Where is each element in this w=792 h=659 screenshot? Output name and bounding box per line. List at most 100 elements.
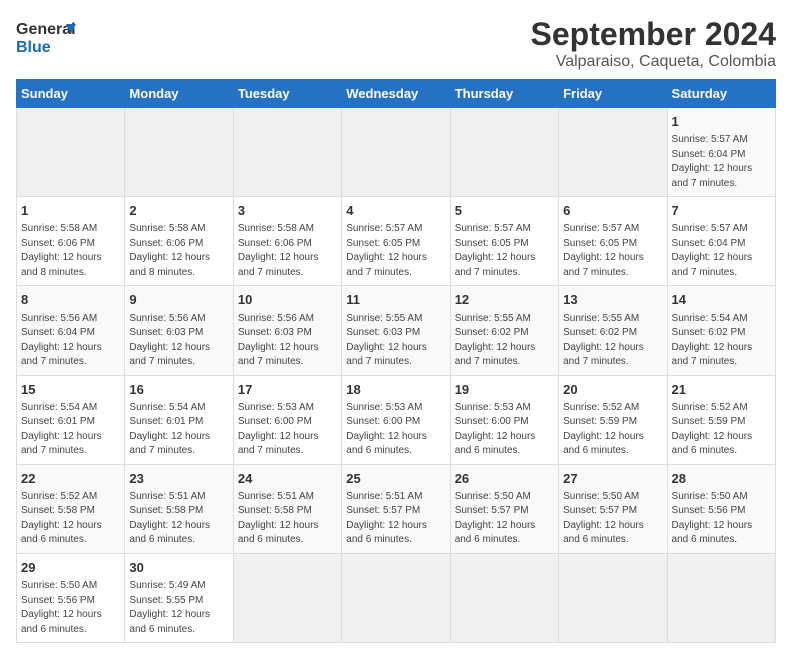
day-info: Sunrise: 5:56 AM Sunset: 6:03 PM Dayligh… (238, 312, 337, 370)
week-row-2: 1 Sunrise: 5:58 AM Sunset: 6:06 PM Daylig… (17, 197, 776, 286)
day-cell (125, 108, 233, 197)
day-cell: 26 Sunrise: 5:50 AM Sunset: 5:57 PM Dayli… (450, 464, 558, 553)
day-cell: 15 Sunrise: 5:54 AM Sunset: 6:01 PM Dayli… (17, 375, 125, 464)
day-number: 6 (563, 202, 662, 220)
day-cell: 1Sunrise: 5:57 AM Sunset: 6:04 PM Daylig… (667, 108, 775, 197)
day-info: Sunrise: 5:50 AM Sunset: 5:56 PM Dayligh… (672, 490, 771, 548)
day-info: Sunrise: 5:53 AM Sunset: 6:00 PM Dayligh… (346, 401, 445, 459)
col-header-tuesday: Tuesday (233, 80, 341, 108)
day-info: Sunrise: 5:50 AM Sunset: 5:56 PM Dayligh… (21, 579, 120, 637)
day-cell (667, 553, 775, 642)
day-cell: 7 Sunrise: 5:57 AM Sunset: 6:04 PM Daylig… (667, 197, 775, 286)
week-row-4: 15 Sunrise: 5:54 AM Sunset: 6:01 PM Dayli… (17, 375, 776, 464)
day-cell: 11Sunrise: 5:55 AM Sunset: 6:03 PM Dayli… (342, 286, 450, 375)
day-number: 5 (455, 202, 554, 220)
day-number: 13 (563, 291, 662, 309)
day-number: 3 (238, 202, 337, 220)
day-info: Sunrise: 5:52 AM Sunset: 5:59 PM Dayligh… (563, 401, 662, 459)
col-header-friday: Friday (559, 80, 667, 108)
col-header-wednesday: Wednesday (342, 80, 450, 108)
day-cell (233, 553, 341, 642)
day-info: Sunrise: 5:52 AM Sunset: 5:59 PM Dayligh… (672, 401, 771, 459)
day-cell (450, 553, 558, 642)
day-number: 18 (346, 381, 445, 399)
day-number: 19 (455, 381, 554, 399)
logo: GeneralBlue (16, 16, 76, 56)
day-cell: 19 Sunrise: 5:53 AM Sunset: 6:00 PM Dayli… (450, 375, 558, 464)
header-row: SundayMondayTuesdayWednesdayThursdayFrid… (17, 80, 776, 108)
day-cell (559, 108, 667, 197)
day-number: 15 (21, 381, 120, 399)
logo-svg: GeneralBlue (16, 16, 76, 56)
day-cell: 12Sunrise: 5:55 AM Sunset: 6:02 PM Dayli… (450, 286, 558, 375)
day-cell (233, 108, 341, 197)
day-number: 10 (238, 291, 337, 309)
day-number: 29 (21, 559, 120, 577)
day-info: Sunrise: 5:55 AM Sunset: 6:02 PM Dayligh… (563, 312, 662, 370)
day-number: 28 (672, 470, 771, 488)
day-cell: 22Sunrise: 5:52 AM Sunset: 5:58 PM Dayli… (17, 464, 125, 553)
day-info: Sunrise: 5:50 AM Sunset: 5:57 PM Dayligh… (563, 490, 662, 548)
day-info: Sunrise: 5:55 AM Sunset: 6:03 PM Dayligh… (346, 312, 445, 370)
day-number: 16 (129, 381, 228, 399)
day-info: Sunrise: 5:57 AM Sunset: 6:05 PM Dayligh… (346, 222, 445, 280)
day-info: Sunrise: 5:58 AM Sunset: 6:06 PM Dayligh… (238, 222, 337, 280)
day-cell: 25 Sunrise: 5:51 AM Sunset: 5:57 PM Dayli… (342, 464, 450, 553)
day-info: Sunrise: 5:49 AM Sunset: 5:55 PM Dayligh… (129, 579, 228, 637)
day-info: Sunrise: 5:50 AM Sunset: 5:57 PM Dayligh… (455, 490, 554, 548)
day-cell (17, 108, 125, 197)
day-info: Sunrise: 5:51 AM Sunset: 5:58 PM Dayligh… (129, 490, 228, 548)
day-number: 17 (238, 381, 337, 399)
day-cell: 23 Sunrise: 5:51 AM Sunset: 5:58 PM Dayli… (125, 464, 233, 553)
week-row-6: 29 Sunrise: 5:50 AM Sunset: 5:56 PM Dayli… (17, 553, 776, 642)
day-cell: 21 Sunrise: 5:52 AM Sunset: 5:59 PM Dayli… (667, 375, 775, 464)
day-number: 9 (129, 291, 228, 309)
day-number: 4 (346, 202, 445, 220)
day-number: 14 (672, 291, 771, 309)
calendar-subtitle: Valparaiso, Caqueta, Colombia (531, 53, 776, 71)
day-info: Sunrise: 5:57 AM Sunset: 6:04 PM Dayligh… (672, 222, 771, 280)
day-cell (342, 553, 450, 642)
day-info: Sunrise: 5:57 AM Sunset: 6:05 PM Dayligh… (563, 222, 662, 280)
day-cell (559, 553, 667, 642)
day-number: 7 (672, 202, 771, 220)
day-cell: 9 Sunrise: 5:56 AM Sunset: 6:03 PM Daylig… (125, 286, 233, 375)
page-header: GeneralBlue September 2024 Valparaiso, C… (16, 16, 776, 71)
day-cell: 27 Sunrise: 5:50 AM Sunset: 5:57 PM Dayli… (559, 464, 667, 553)
day-cell: 29 Sunrise: 5:50 AM Sunset: 5:56 PM Dayli… (17, 553, 125, 642)
day-info: Sunrise: 5:52 AM Sunset: 5:58 PM Dayligh… (21, 490, 120, 548)
col-header-monday: Monday (125, 80, 233, 108)
day-info: Sunrise: 5:54 AM Sunset: 6:01 PM Dayligh… (129, 401, 228, 459)
day-info: Sunrise: 5:55 AM Sunset: 6:02 PM Dayligh… (455, 312, 554, 370)
day-cell: 4 Sunrise: 5:57 AM Sunset: 6:05 PM Daylig… (342, 197, 450, 286)
day-cell: 10 Sunrise: 5:56 AM Sunset: 6:03 PM Dayli… (233, 286, 341, 375)
day-info: Sunrise: 5:53 AM Sunset: 6:00 PM Dayligh… (455, 401, 554, 459)
col-header-thursday: Thursday (450, 80, 558, 108)
day-number: 27 (563, 470, 662, 488)
day-info: Sunrise: 5:54 AM Sunset: 6:02 PM Dayligh… (672, 312, 771, 370)
day-info: Sunrise: 5:51 AM Sunset: 5:58 PM Dayligh… (238, 490, 337, 548)
day-info: Sunrise: 5:56 AM Sunset: 6:03 PM Dayligh… (129, 312, 228, 370)
day-number: 26 (455, 470, 554, 488)
day-info: Sunrise: 5:58 AM Sunset: 6:06 PM Dayligh… (129, 222, 228, 280)
day-cell: 8Sunrise: 5:56 AM Sunset: 6:04 PM Daylig… (17, 286, 125, 375)
day-cell: 30Sunrise: 5:49 AM Sunset: 5:55 PM Dayli… (125, 553, 233, 642)
svg-text:General: General (16, 21, 76, 38)
week-row-3: 8Sunrise: 5:56 AM Sunset: 6:04 PM Daylig… (17, 286, 776, 375)
day-number: 21 (672, 381, 771, 399)
day-cell: 2Sunrise: 5:58 AM Sunset: 6:06 PM Daylig… (125, 197, 233, 286)
day-cell: 3 Sunrise: 5:58 AM Sunset: 6:06 PM Daylig… (233, 197, 341, 286)
day-number: 23 (129, 470, 228, 488)
day-info: Sunrise: 5:58 AM Sunset: 6:06 PM Dayligh… (21, 222, 120, 280)
day-info: Sunrise: 5:54 AM Sunset: 6:01 PM Dayligh… (21, 401, 120, 459)
day-number: 1 (21, 202, 120, 220)
day-info: Sunrise: 5:53 AM Sunset: 6:00 PM Dayligh… (238, 401, 337, 459)
day-cell: 13 Sunrise: 5:55 AM Sunset: 6:02 PM Dayli… (559, 286, 667, 375)
day-cell: 6 Sunrise: 5:57 AM Sunset: 6:05 PM Daylig… (559, 197, 667, 286)
day-info: Sunrise: 5:51 AM Sunset: 5:57 PM Dayligh… (346, 490, 445, 548)
col-header-saturday: Saturday (667, 80, 775, 108)
day-number: 24 (238, 470, 337, 488)
day-number: 25 (346, 470, 445, 488)
title-area: September 2024 Valparaiso, Caqueta, Colo… (531, 16, 776, 71)
day-cell: 18 Sunrise: 5:53 AM Sunset: 6:00 PM Dayli… (342, 375, 450, 464)
